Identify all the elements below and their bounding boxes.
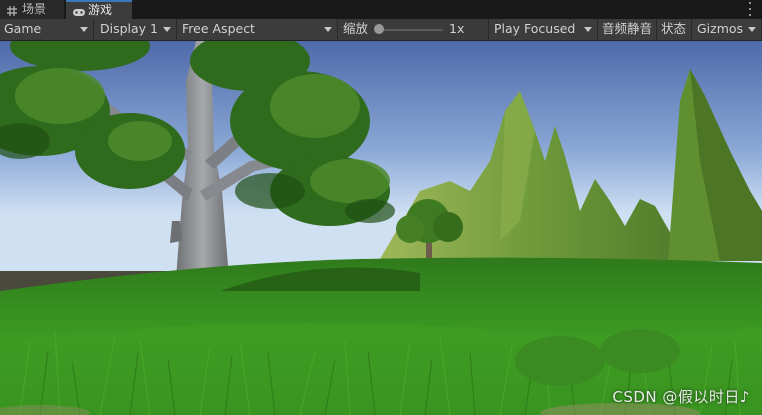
gizmos-label: Gizmos bbox=[697, 21, 744, 36]
play-mode-dropdown[interactable]: Play Focused bbox=[490, 19, 598, 40]
stats-label: 状态 bbox=[661, 21, 687, 36]
display-value: Display 1 bbox=[100, 21, 159, 36]
tab-game[interactable]: 游戏 bbox=[66, 0, 132, 19]
chevron-down-icon bbox=[584, 27, 592, 32]
mute-audio-button[interactable]: 音频静音 bbox=[599, 19, 657, 40]
game-view-dropdown[interactable]: Game bbox=[0, 19, 94, 40]
aspect-value: Free Aspect bbox=[182, 21, 255, 36]
scale-slider-track[interactable] bbox=[377, 29, 443, 31]
mute-audio-label: 音频静音 bbox=[602, 21, 653, 36]
tab-scene-label: 场景 bbox=[22, 2, 47, 16]
chevron-down-icon bbox=[80, 27, 88, 32]
scale-slider-group: 缩放 1x bbox=[339, 19, 489, 40]
more-options-icon[interactable] bbox=[746, 2, 754, 16]
game-viewport[interactable]: CSDN @假以时日♪ bbox=[0, 41, 762, 415]
gizmos-dropdown[interactable]: Gizmos bbox=[693, 19, 762, 40]
gamepad-icon bbox=[72, 5, 85, 17]
grid-icon bbox=[6, 4, 18, 16]
scale-value: 1x bbox=[449, 21, 465, 36]
watermark: CSDN @假以时日♪ bbox=[612, 388, 750, 406]
game-view-value: Game bbox=[4, 21, 42, 36]
scale-slider-thumb[interactable] bbox=[374, 24, 384, 34]
tab-game-label: 游戏 bbox=[88, 3, 113, 17]
tab-scene[interactable]: 场景 bbox=[0, 0, 64, 19]
game-render bbox=[0, 41, 762, 415]
chevron-down-icon bbox=[324, 27, 332, 32]
chevron-down-icon bbox=[163, 27, 171, 32]
aspect-dropdown[interactable]: Free Aspect bbox=[178, 19, 338, 40]
play-mode-value: Play Focused bbox=[494, 21, 576, 36]
chevron-down-icon bbox=[748, 27, 756, 32]
display-dropdown[interactable]: Display 1 bbox=[96, 19, 177, 40]
scale-label: 缩放 bbox=[343, 21, 369, 36]
game-toolbar: Game Display 1 Free Aspect 缩放 1x Play Fo… bbox=[0, 19, 762, 41]
tab-strip: 场景 游戏 bbox=[0, 0, 762, 20]
stats-button[interactable]: 状态 bbox=[658, 19, 692, 40]
